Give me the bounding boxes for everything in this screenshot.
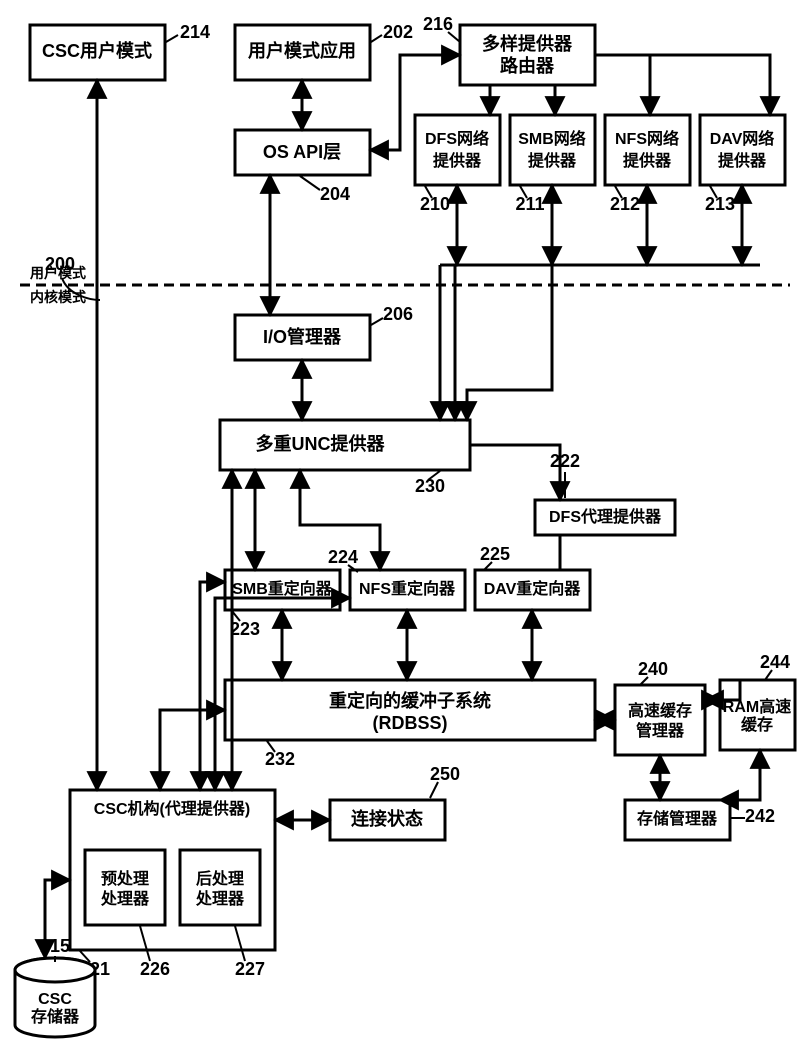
label-pre-proc-1: 预处理 (101, 869, 149, 888)
ref-222: 222 (550, 451, 580, 471)
ref-224: 224 (328, 547, 358, 567)
ref-214: 214 (180, 22, 210, 42)
ref-227: 227 (235, 959, 265, 979)
box-dfs-np (415, 115, 500, 185)
label-dav-np-2: 提供器 (718, 151, 767, 170)
ref-250: 250 (430, 764, 460, 784)
label-dav-rdr: DAV重定向器 (484, 579, 582, 598)
ref-223: 223 (230, 619, 260, 639)
label-smb-rdr: SMB重定向器 (232, 579, 333, 598)
label-nfs-np-2: 提供器 (623, 151, 672, 170)
label-rdbss-1: 重定向的缓冲子系统 (329, 690, 491, 711)
ref-216: 216 (423, 14, 453, 34)
ref-211: 211 (515, 194, 544, 214)
ref-226: 226 (140, 959, 170, 979)
ref-225: 225 (480, 544, 510, 564)
label-csc-store-1: CSC (38, 991, 72, 1008)
label-munc: 多重UNC提供器 (256, 433, 386, 454)
label-dfs-np-2: 提供器 (433, 151, 482, 170)
label-smb-np-2: 提供器 (528, 151, 577, 170)
label-dfs-np-1: DFS网络 (425, 129, 489, 148)
label-csc-mech: CSC机构(代理提供器) (94, 799, 250, 818)
box-smb-np (510, 115, 595, 185)
label-mem-mgr: 存储管理器 (637, 809, 718, 828)
label-ram-cache-2: 缓存 (740, 715, 773, 734)
label-os-api: OS API层 (263, 142, 341, 162)
label-user-mode-app: 用户模式应用 (248, 40, 356, 61)
label-dav-np-1: DAV网络 (710, 129, 775, 148)
ref-240: 240 (638, 659, 668, 679)
label-mpr-1: 多样提供器 (482, 33, 573, 54)
label-conn-state: 连接状态 (351, 808, 423, 829)
label-nfs-np-1: NFS网络 (615, 129, 679, 148)
ref-204: 204 (320, 184, 350, 204)
label-mpr-2: 路由器 (500, 55, 555, 76)
label-user-mode: 用户模式 (30, 265, 86, 281)
label-cache-mgr-2: 管理器 (636, 721, 685, 740)
label-pre-proc-2: 处理器 (100, 889, 150, 908)
label-nfs-rdr: NFS重定向器 (359, 579, 456, 598)
box-dav-np (700, 115, 785, 185)
label-kernel-mode: 内核模式 (30, 289, 86, 305)
ref-213: 213 (705, 194, 735, 214)
ref-202: 202 (383, 22, 413, 42)
ref-210: 210 (420, 194, 450, 214)
ref-232: 232 (265, 749, 295, 769)
label-dfs-surrogate: DFS代理提供器 (549, 507, 662, 526)
ref-242: 242 (745, 806, 775, 826)
box-nfs-np (605, 115, 690, 185)
label-io-mgr: I/O管理器 (263, 326, 342, 347)
ref-212: 212 (610, 194, 640, 214)
label-csc-user-mode: CSC用户模式 (42, 40, 152, 61)
label-smb-np-1: SMB网络 (518, 129, 586, 148)
ref-244: 244 (760, 652, 790, 672)
label-cache-mgr-1: 高速缓存 (628, 701, 692, 720)
label-rdbss-2: (RDBSS) (373, 713, 448, 733)
label-post-proc-2: 处理器 (195, 889, 245, 908)
ref-206: 206 (383, 304, 413, 324)
label-csc-store-2: 存储器 (31, 1007, 80, 1026)
label-post-proc-1: 后处理 (196, 869, 244, 888)
